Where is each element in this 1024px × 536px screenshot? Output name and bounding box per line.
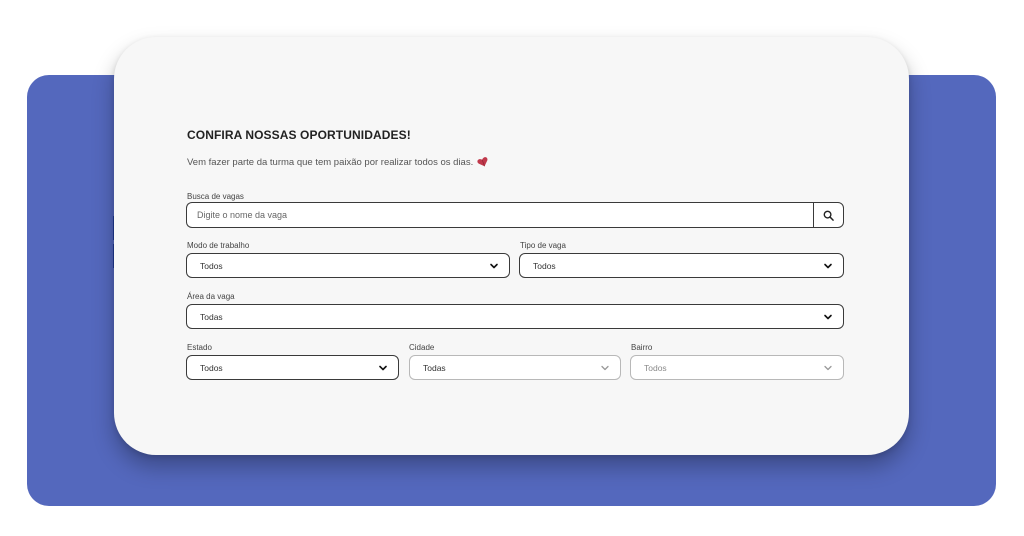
search-button[interactable] <box>813 202 844 228</box>
modo-trabalho-value: Todos <box>200 260 223 271</box>
search-icon <box>823 210 834 221</box>
cidade-value: Todas <box>423 362 446 373</box>
estado-value: Todos <box>200 362 223 373</box>
page-subtitle: Vem fazer parte da turma que tem paixão … <box>187 156 474 168</box>
tipo-vaga-value: Todos <box>533 260 556 271</box>
cidade-select[interactable]: Todas <box>409 355 621 380</box>
modo-trabalho-label: Modo de trabalho <box>187 241 250 250</box>
search-label: Busca de vagas <box>187 192 244 201</box>
chevron-down-icon <box>601 365 609 370</box>
bairro-label: Bairro <box>631 343 653 352</box>
area-vaga-value: Todas <box>200 311 223 322</box>
chevron-down-icon <box>824 314 832 319</box>
cidade-label: Cidade <box>409 343 435 352</box>
area-vaga-label: Área da vaga <box>187 292 235 301</box>
chevron-down-icon <box>379 365 387 370</box>
page-subtitle-line: Vem fazer parte da turma que tem paixão … <box>187 156 489 168</box>
estado-select[interactable]: Todos <box>186 355 399 380</box>
heart-icon <box>477 157 488 167</box>
bairro-select[interactable]: Todos <box>630 355 844 380</box>
chevron-down-icon <box>824 365 832 370</box>
tipo-vaga-label: Tipo de vaga <box>520 241 566 250</box>
chevron-down-icon <box>490 263 498 268</box>
modo-trabalho-select[interactable]: Todos <box>186 253 510 278</box>
tipo-vaga-select[interactable]: Todos <box>519 253 844 278</box>
estado-label: Estado <box>187 343 212 352</box>
page-title: CONFIRA NOSSAS OPORTUNIDADES! <box>187 128 411 142</box>
opportunities-card: CONFIRA NOSSAS OPORTUNIDADES! Vem fazer … <box>114 37 909 455</box>
bairro-value: Todos <box>644 362 667 373</box>
search-input[interactable] <box>186 202 813 228</box>
chevron-down-icon <box>824 263 832 268</box>
area-vaga-select[interactable]: Todas <box>186 304 844 329</box>
